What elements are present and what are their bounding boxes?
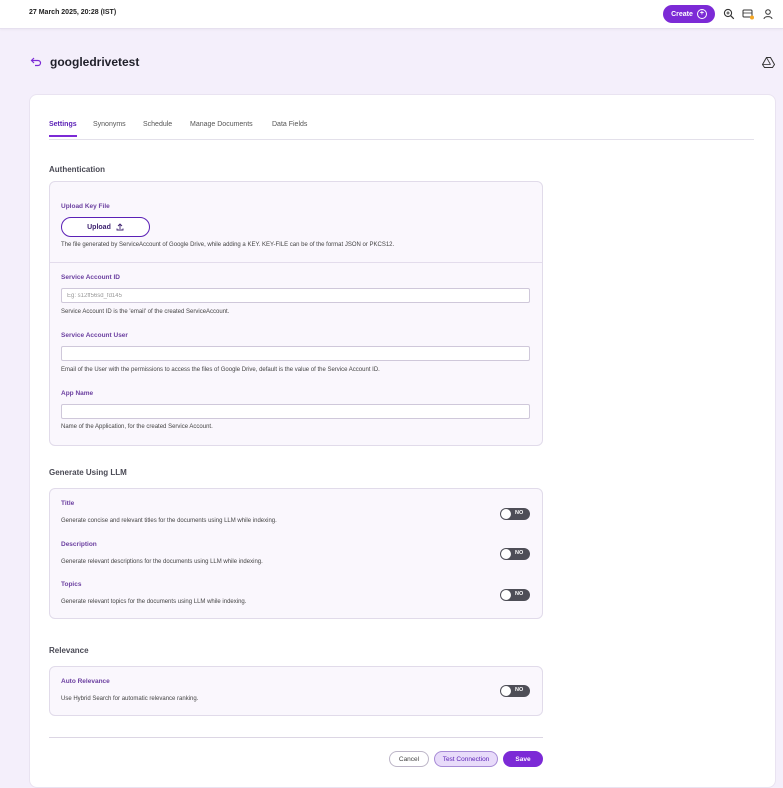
auto-relevance-help: Use Hybrid Search for automatic relevanc… — [61, 696, 199, 702]
test-connection-button[interactable]: Test Connection — [434, 751, 498, 767]
divider — [50, 262, 542, 263]
llm-title-help: Generate concise and relevant titles for… — [61, 518, 277, 524]
search-plus-icon[interactable] — [723, 8, 735, 20]
llm-topics-label: Topics — [61, 581, 82, 588]
app-name-help: Name of the Application, for the created… — [61, 424, 213, 430]
tab-schedule[interactable]: Schedule — [143, 121, 172, 128]
upload-help-text: The file generated by ServiceAccount of … — [61, 242, 395, 248]
app-name-input[interactable] — [61, 404, 530, 419]
settings-card: Settings Synonyms Schedule Manage Docume… — [29, 94, 776, 788]
upload-icon — [116, 223, 124, 231]
page-header: googledrivetest — [30, 55, 775, 71]
tab-manage-documents[interactable]: Manage Documents — [190, 121, 253, 128]
toggle-state: NO — [515, 510, 524, 516]
llm-heading: Generate Using LLM — [49, 468, 127, 477]
toggle-knob — [501, 590, 511, 600]
service-account-user-input[interactable] — [61, 346, 530, 361]
service-account-id-help: Service Account ID is the 'email' of the… — [61, 309, 230, 315]
tab-settings[interactable]: Settings — [49, 121, 77, 128]
llm-title-toggle[interactable]: NO — [500, 508, 530, 520]
llm-title-label: Title — [61, 500, 75, 507]
auto-relevance-label: Auto Relevance — [61, 678, 110, 685]
cancel-button[interactable]: Cancel — [389, 751, 429, 767]
top-bar: 27 March 2025, 20:28 (IST) Create + — [0, 0, 783, 29]
llm-description-help: Generate relevant descriptions for the d… — [61, 559, 263, 565]
toggle-knob — [501, 686, 511, 696]
dashboard-icon[interactable] — [742, 8, 754, 20]
authentication-panel: Upload Key File Upload The file generate… — [49, 181, 543, 446]
upload-key-label: Upload Key File — [61, 203, 110, 210]
authentication-heading: Authentication — [49, 165, 105, 174]
active-tab-indicator — [49, 135, 77, 137]
llm-topics-help: Generate relevant topics for the documen… — [61, 599, 247, 605]
current-datetime: 27 March 2025, 20:28 (IST) — [29, 9, 117, 16]
back-arrow-icon[interactable] — [30, 56, 42, 68]
footer-divider — [49, 737, 543, 738]
upload-button[interactable]: Upload — [61, 217, 150, 237]
plus-circle-icon: + — [696, 9, 707, 19]
tab-synonyms[interactable]: Synonyms — [93, 121, 126, 128]
create-button[interactable]: Create + — [663, 5, 715, 23]
service-account-id-label: Service Account ID — [61, 274, 121, 281]
relevance-heading: Relevance — [49, 646, 89, 655]
tab-data-fields[interactable]: Data Fields — [272, 121, 307, 128]
google-drive-icon — [762, 57, 775, 68]
toggle-state: NO — [515, 687, 524, 693]
llm-description-toggle[interactable]: NO — [500, 548, 530, 560]
service-account-id-input[interactable] — [61, 288, 530, 303]
app-name-label: App Name — [61, 390, 94, 397]
page-title: googledrivetest — [50, 55, 140, 69]
toggle-state: NO — [515, 591, 524, 597]
toggle-state: NO — [515, 550, 524, 556]
service-account-user-label: Service Account User — [61, 332, 128, 339]
llm-panel: Title Generate concise and relevant titl… — [49, 488, 543, 619]
llm-topics-toggle[interactable]: NO — [500, 589, 530, 601]
upload-button-label: Upload — [87, 223, 111, 231]
tab-bar: Settings Synonyms Schedule Manage Docume… — [49, 121, 754, 140]
relevance-panel: Auto Relevance Use Hybrid Search for aut… — [49, 666, 543, 716]
service-account-user-help: Email of the User with the permissions t… — [61, 367, 380, 373]
llm-description-label: Description — [61, 541, 97, 548]
user-icon[interactable] — [762, 8, 774, 20]
toggle-knob — [501, 549, 511, 559]
toggle-knob — [501, 509, 511, 519]
auto-relevance-toggle[interactable]: NO — [500, 685, 530, 697]
create-button-label: Create — [671, 10, 693, 18]
save-button[interactable]: Save — [503, 751, 543, 767]
